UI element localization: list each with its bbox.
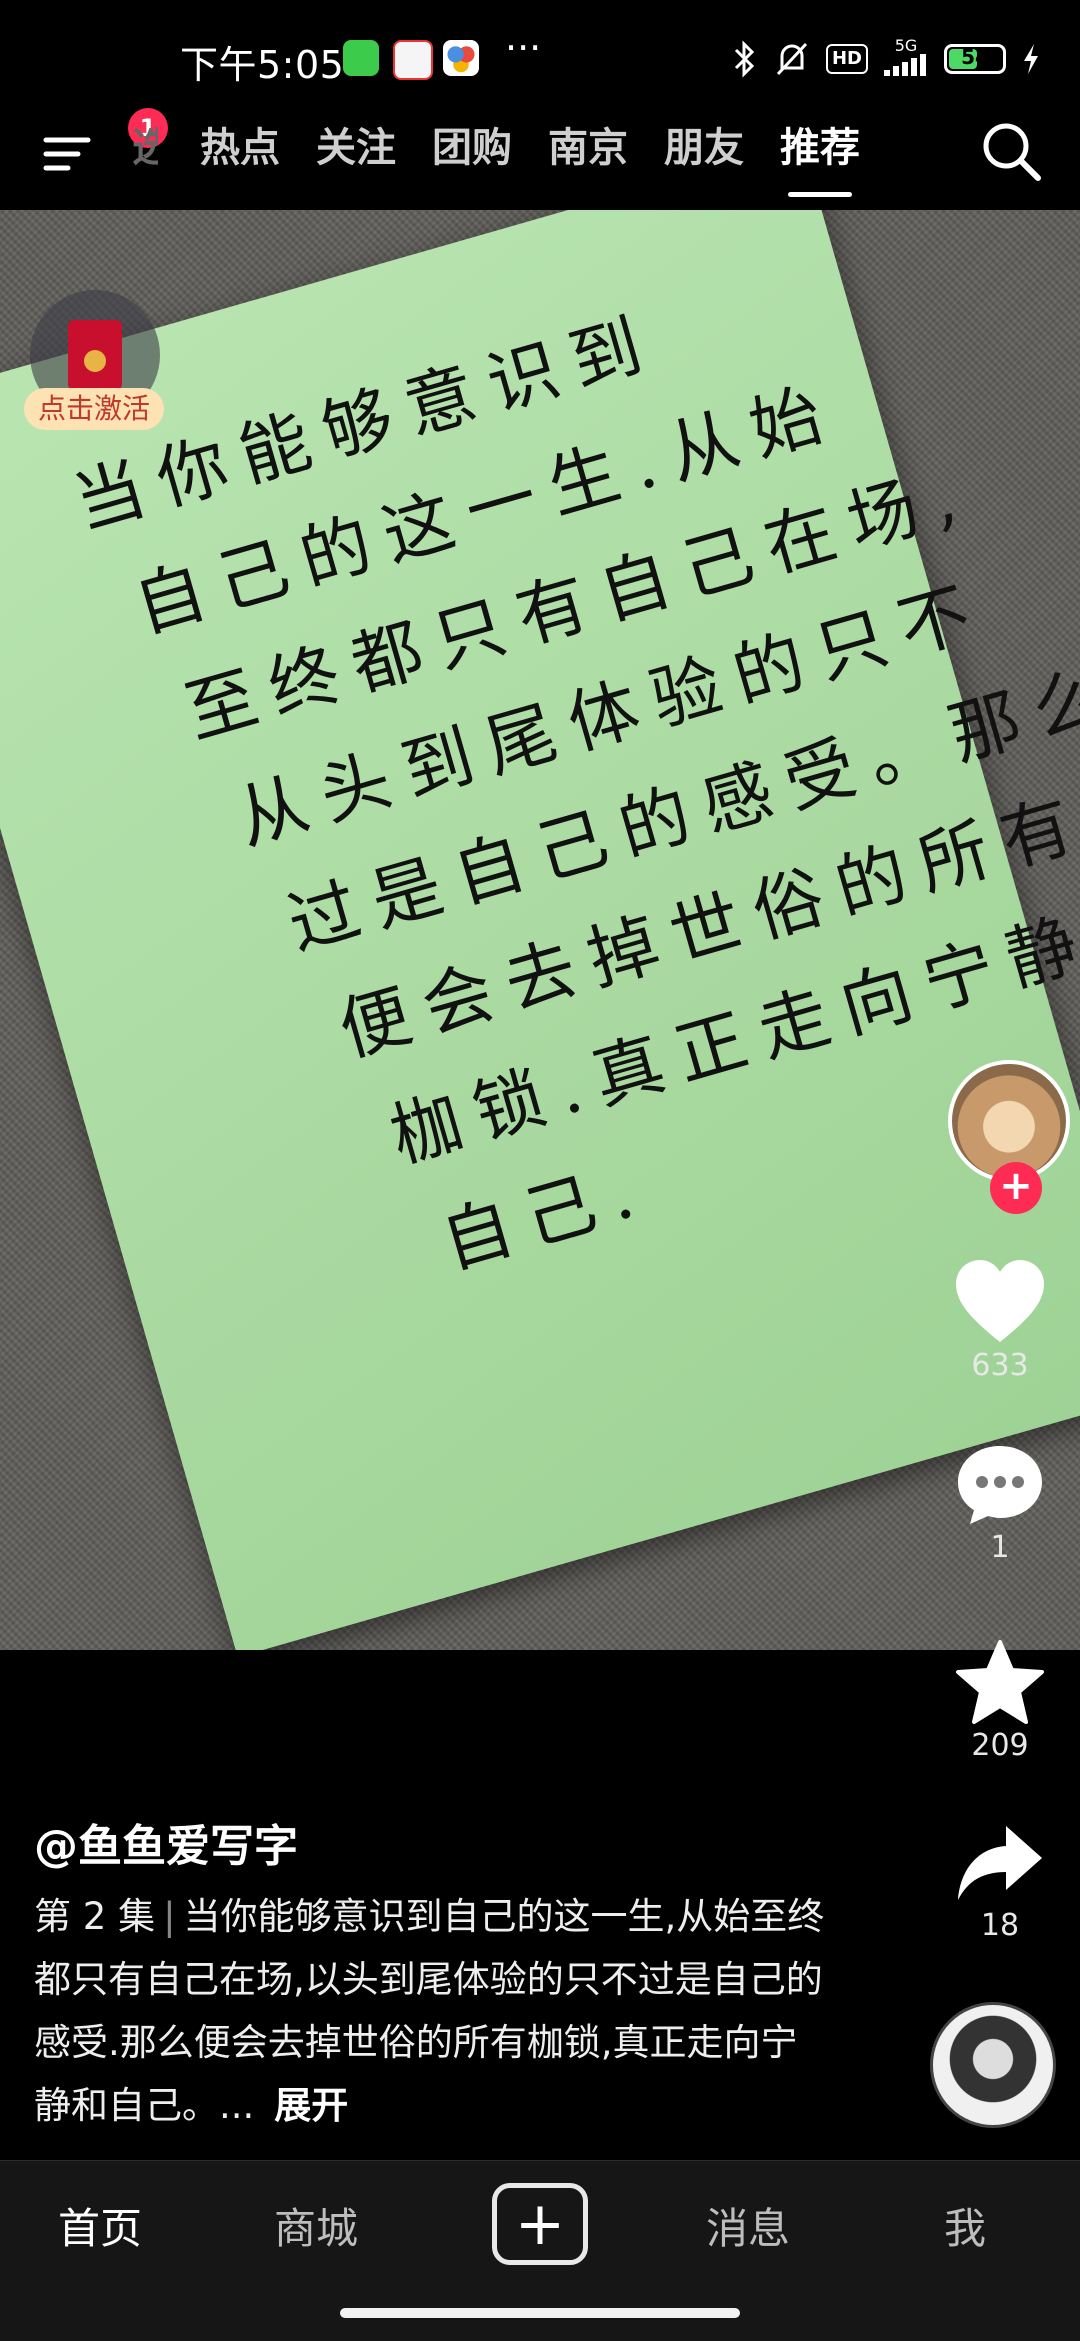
bluetooth-icon (734, 40, 755, 78)
create-button[interactable]: + (492, 2183, 588, 2265)
tab-partial[interactable]: 选 (132, 118, 158, 178)
signal-bars-icon (884, 54, 926, 76)
app-circles-icon (443, 40, 479, 76)
activate-label: 点击激活 (24, 388, 164, 430)
heart-icon (956, 1260, 1044, 1342)
episode-label[interactable]: 第 2 集 (34, 1895, 155, 1938)
comment-button[interactable]: 1 (920, 1442, 1080, 1565)
red-packet-pendant[interactable]: 点击激活 (24, 290, 168, 440)
search-icon[interactable] (976, 116, 1046, 186)
home-indicator[interactable] (340, 2308, 740, 2318)
hd-badge: HD (825, 44, 868, 74)
battery-icon: 54 (944, 44, 1006, 74)
tab-recommend[interactable]: 推荐 (780, 118, 860, 197)
favorite-button[interactable]: 209 (920, 1638, 1080, 1763)
coin-icon (84, 350, 106, 372)
caption-separator: | (163, 1895, 176, 1938)
comment-count: 1 (990, 1530, 1010, 1565)
wechat-app-icon (343, 40, 379, 76)
favorite-count: 209 (971, 1728, 1029, 1763)
author-name[interactable]: @鱼鱼爱写字 (34, 1810, 298, 1874)
charging-bolt-icon (1024, 44, 1038, 74)
nav-mall[interactable]: 商城 (274, 2195, 358, 2256)
tab-group-buy[interactable]: 团购 (432, 118, 512, 178)
channel-tabs: 选 热点 关注 团购 南京 朋友 推荐 (132, 118, 896, 197)
star-icon (956, 1640, 1044, 1724)
nav-messages[interactable]: 消息 (706, 2195, 790, 2256)
nav-me[interactable]: 我 (944, 2195, 986, 2256)
share-button[interactable]: 18 (920, 1822, 1080, 1943)
active-tab-underline (788, 192, 852, 197)
tab-hot[interactable]: 热点 (200, 118, 280, 178)
expand-button[interactable]: 展开 (274, 2084, 348, 2127)
share-count: 18 (980, 1908, 1020, 1943)
nav-home[interactable]: 首页 (58, 2195, 142, 2256)
more-notifications-icon: ··· (505, 26, 542, 70)
status-time: 下午5:05 (180, 43, 345, 87)
battery-level: 54 (961, 45, 989, 69)
tab-recommend-label: 推荐 (780, 125, 860, 171)
status-bar: 下午5:05 ··· HD 5G 54 (0, 0, 1080, 120)
mute-bell-icon (776, 42, 808, 76)
hamburger-menu-icon (43, 137, 91, 171)
app-58-icon (393, 40, 433, 80)
video-caption[interactable]: 第 2 集 | 当你能够意识到自己的这一生,从始至终都只有自己在场,以头到尾体验的只… (34, 1885, 834, 2137)
like-button[interactable]: 633 (920, 1258, 1080, 1383)
red-packet-icon (68, 320, 122, 390)
tab-following[interactable]: 关注 (316, 118, 396, 178)
share-arrow-icon (958, 1826, 1042, 1900)
top-nav: 1 选 热点 关注 团购 南京 朋友 推荐 (0, 108, 1080, 210)
follow-button[interactable]: + (990, 1162, 1042, 1214)
signal-indicator: 5G (884, 38, 928, 80)
tab-nanjing[interactable]: 南京 (548, 118, 628, 178)
plus-icon: + (514, 2189, 566, 2259)
menu-button[interactable]: 1 (40, 108, 168, 184)
music-disc-avatar[interactable] (930, 2002, 1056, 2128)
network-type: 5G (894, 36, 918, 55)
like-count: 633 (971, 1348, 1029, 1383)
tab-friends[interactable]: 朋友 (664, 118, 744, 178)
comment-icon (958, 1446, 1042, 1524)
